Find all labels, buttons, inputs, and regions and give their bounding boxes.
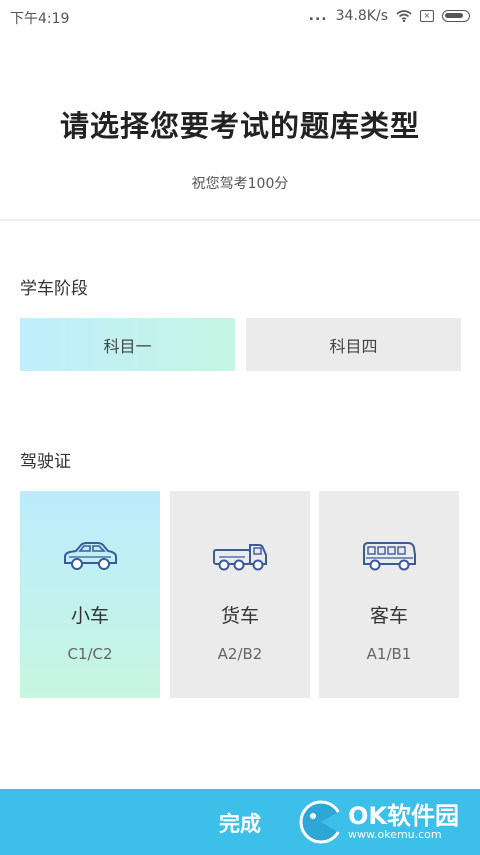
license-card-name: 小车	[70, 605, 109, 627]
stage-section-label: 学车阶段	[20, 279, 88, 299]
license-card-car[interactable]: 小车 C1/C2	[20, 491, 160, 698]
status-bar: 下午4:19 ... 34.8K/s ×	[0, 0, 480, 34]
license-card-truck[interactable]: 货车 A2/B2	[170, 491, 310, 698]
stage-option-label: 科目四	[329, 336, 378, 356]
status-time: 下午4:19	[10, 11, 70, 27]
network-speed: 34.8K/s	[335, 8, 388, 24]
watermark-url: www.okemu.com	[348, 828, 442, 841]
watermark-main: OK软件园	[348, 802, 459, 830]
stage-option-label: 科目一	[103, 336, 152, 356]
divider	[0, 219, 480, 221]
bottom-bar: 完成 OK软件园 www.okemu.com	[0, 789, 480, 855]
license-section-label: 驾驶证	[20, 452, 71, 472]
status-icons: ... 34.8K/s ×	[309, 8, 470, 24]
watermark-logo-icon	[299, 800, 344, 844]
bus-icon	[363, 542, 416, 571]
watermark-text: OK软件园 www.okemu.com	[348, 803, 459, 841]
stage-option-subject-1[interactable]: 科目一	[20, 318, 235, 371]
wifi-icon	[396, 10, 412, 22]
page-title: 请选择您要考试的题库类型	[59, 109, 420, 143]
more-dots-icon: ...	[308, 8, 328, 24]
car-icon	[64, 542, 117, 570]
battery-icon	[442, 10, 470, 22]
sim-icon: ×	[420, 10, 434, 22]
license-card-name: 客车	[369, 605, 408, 627]
license-card-bus[interactable]: 客车 A1/B1	[319, 491, 459, 698]
license-card-name: 货车	[220, 605, 259, 627]
license-card-code: A2/B2	[217, 645, 263, 663]
page-subtitle: 祝您驾考100分	[191, 176, 289, 192]
stage-option-subject-4[interactable]: 科目四	[246, 318, 461, 371]
license-card-code: A1/B1	[366, 645, 412, 663]
truck-icon	[213, 544, 267, 571]
license-card-code: C1/C2	[67, 645, 113, 663]
done-button[interactable]: 完成	[190, 808, 290, 838]
watermark: OK软件园 www.okemu.com	[298, 799, 459, 845]
